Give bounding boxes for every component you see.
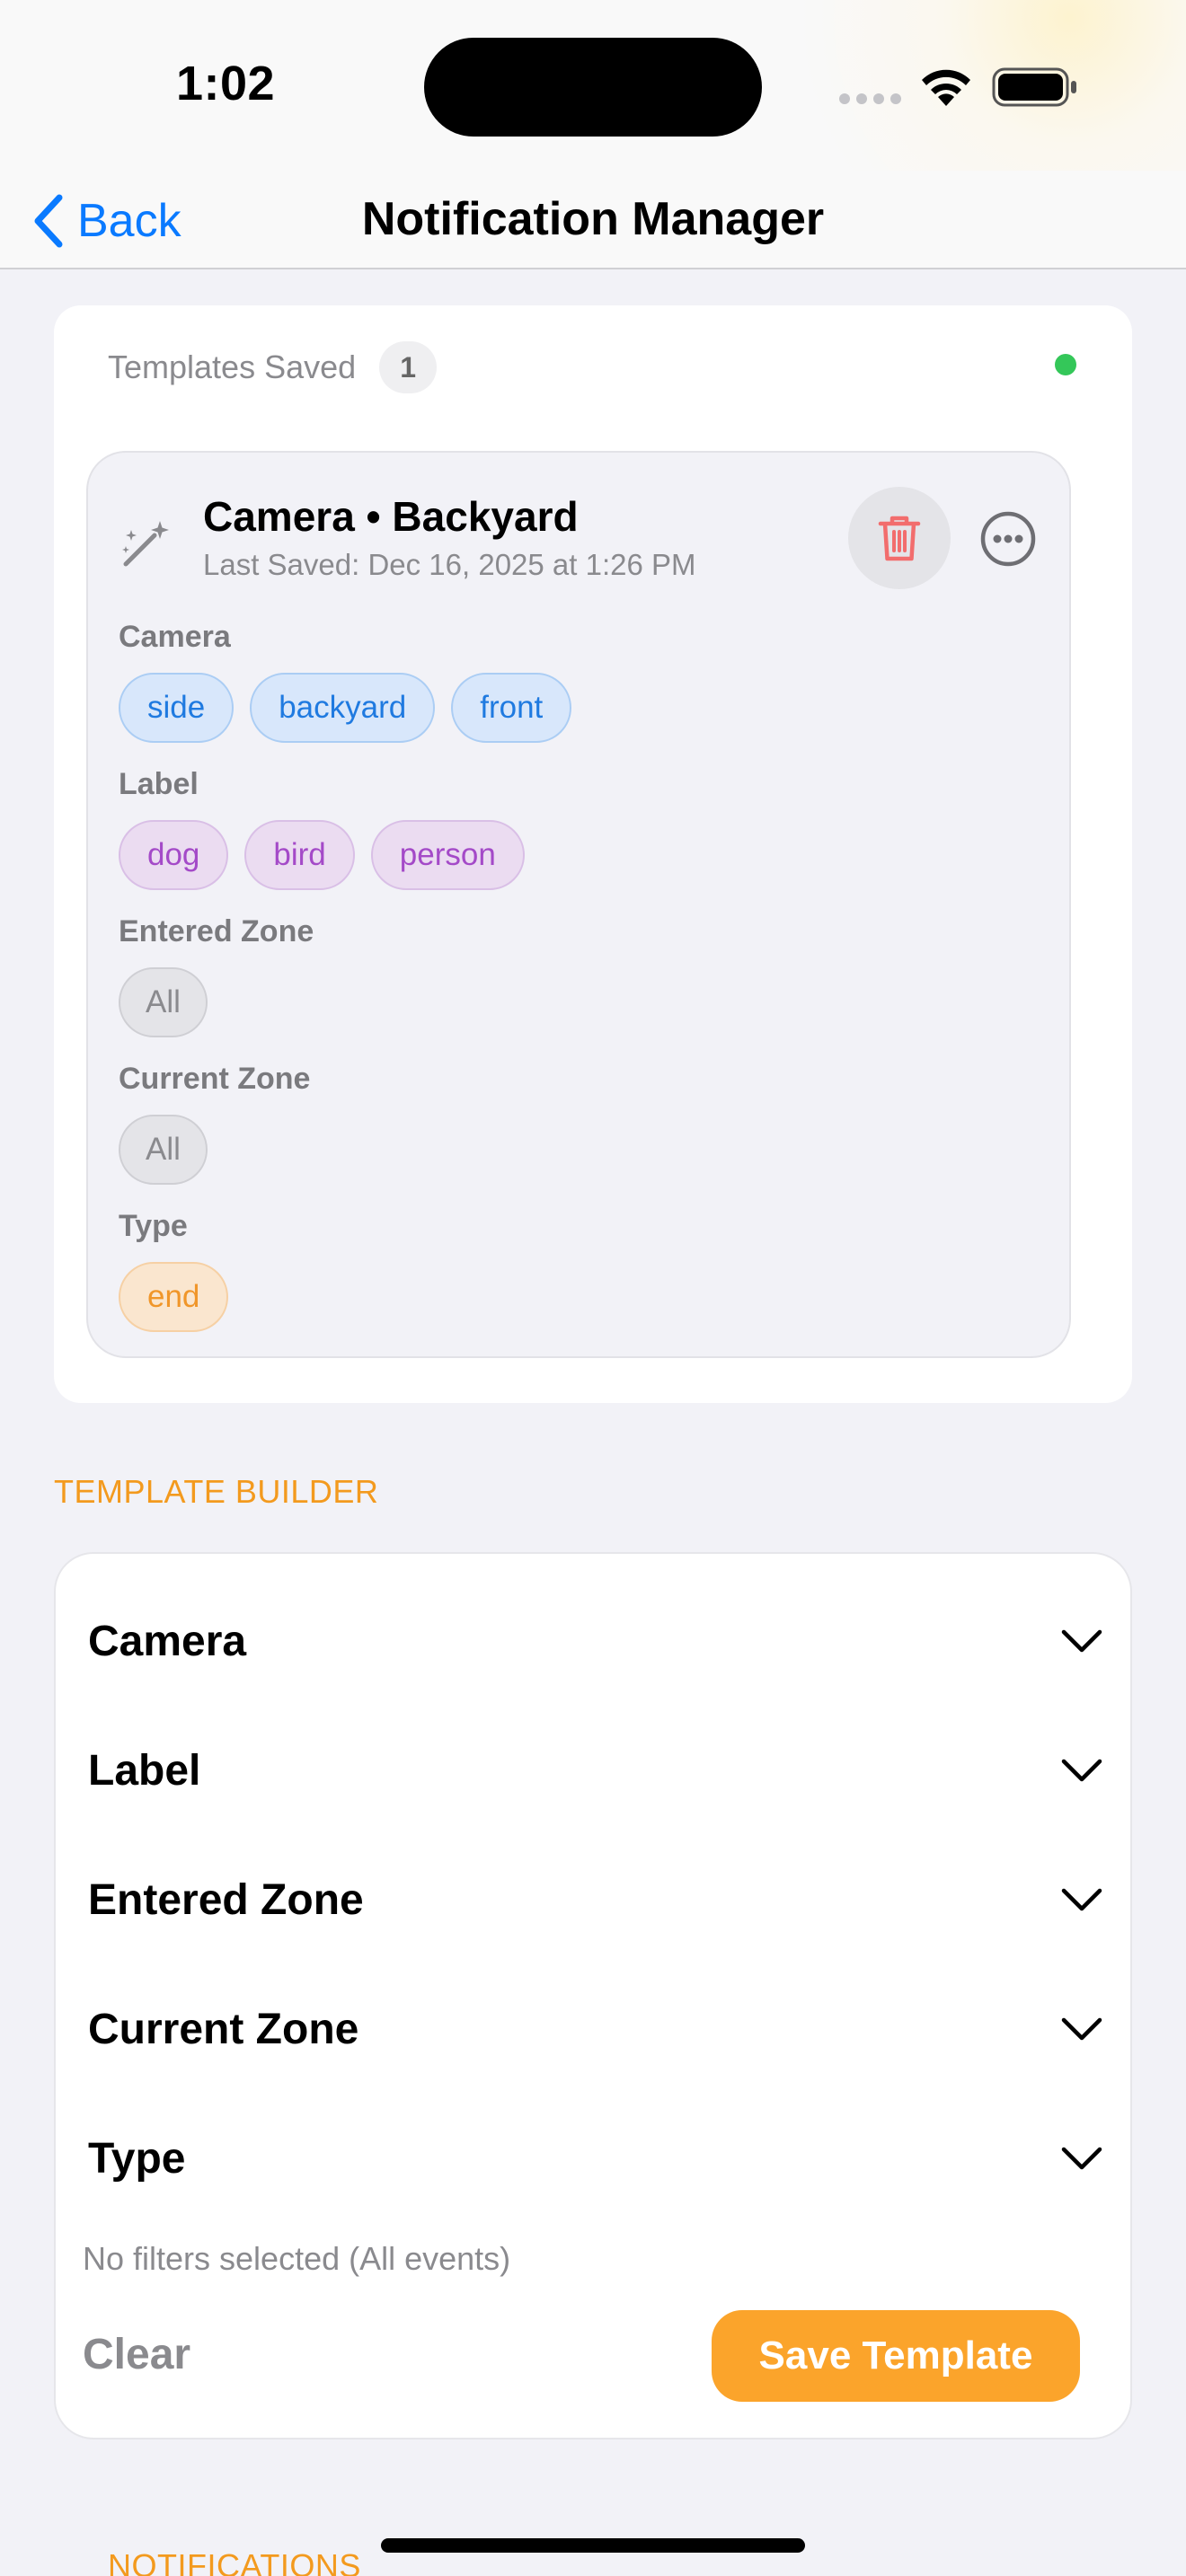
clear-button[interactable]: Clear [83, 2330, 190, 2379]
filter-group-current-zone: Current Zone All [119, 1062, 310, 1185]
chip-camera-front: front [451, 673, 572, 743]
filter-label: Label [119, 767, 199, 801]
chevron-down-icon [1061, 2017, 1102, 2041]
filter-label: Type [119, 1209, 188, 1243]
template-builder-card: Camera Label Entered Zone Current Zone T… [54, 1552, 1132, 2439]
more-options-icon[interactable] [979, 510, 1037, 568]
trash-icon [878, 516, 921, 561]
dynamic-island [424, 38, 762, 137]
builder-row-label: Label [88, 1746, 201, 1795]
chip-current-zone-all: All [119, 1115, 208, 1185]
builder-row-label: Type [88, 2134, 186, 2183]
magic-wand-icon [122, 521, 169, 567]
chip-label-dog: dog [119, 820, 229, 890]
chevron-down-icon [1061, 1888, 1102, 1911]
filter-group-camera: Camera side backyard front [119, 620, 572, 743]
filter-label: Entered Zone [119, 914, 314, 948]
builder-row-label: Entered Zone [88, 1875, 364, 1924]
template-builder-header: TEMPLATE BUILDER [54, 1473, 379, 1510]
chip-camera-side: side [119, 673, 235, 743]
wifi-icon [922, 69, 970, 106]
saved-templates-title: Templates Saved [108, 348, 357, 385]
builder-row-label: Current Zone [88, 2005, 359, 2053]
status-bar: 1:02 [0, 0, 1186, 171]
filter-group-label: Label dog bird person [119, 767, 525, 890]
home-indicator[interactable] [381, 2538, 805, 2553]
builder-row-current-zone[interactable]: Current Zone [88, 1980, 1103, 2078]
delete-template-button[interactable] [848, 487, 951, 589]
template-title: Camera • Backyard [203, 493, 579, 540]
builder-row-label: Camera [88, 1617, 247, 1665]
saved-count-badge: 1 [379, 341, 438, 393]
chevron-down-icon [1061, 1629, 1102, 1653]
filter-label: Current Zone [119, 1062, 311, 1096]
builder-row-type[interactable]: Type [88, 2109, 1103, 2208]
clock: 1:02 [176, 57, 276, 110]
saved-templates-card: Templates Saved 1 Camera • Backyard Last… [54, 305, 1132, 1403]
saved-template-item[interactable]: Camera • Backyard Last Saved: Dec 16, 20… [86, 451, 1071, 1358]
notifications-header: NOTIFICATIONS [108, 2547, 361, 2576]
status-dot [1055, 354, 1076, 375]
chip-type-end: end [119, 1262, 229, 1332]
cellular-signal-icon [839, 93, 901, 104]
navigation-bar: Back Notification Manager [0, 171, 1186, 269]
builder-row-camera[interactable]: Camera [88, 1592, 1103, 1690]
template-last-saved: Last Saved: Dec 16, 2025 at 1:26 PM [203, 548, 696, 581]
filter-group-type: Type end [119, 1209, 229, 1332]
save-template-button[interactable]: Save Template [712, 2310, 1080, 2402]
builder-row-label[interactable]: Label [88, 1721, 1103, 1820]
page-title: Notification Manager [361, 193, 825, 245]
saved-templates-header: Templates Saved 1 [108, 341, 438, 393]
filter-label: Camera [119, 620, 231, 654]
chip-camera-backyard: backyard [250, 673, 436, 743]
chevron-down-icon [1061, 2147, 1102, 2170]
chip-label-person: person [370, 820, 525, 890]
battery-icon [992, 67, 1076, 107]
chip-entered-zone-all: All [119, 967, 208, 1037]
filter-group-entered-zone: Entered Zone All [119, 914, 314, 1037]
builder-row-entered-zone[interactable]: Entered Zone [88, 1850, 1103, 1949]
chevron-down-icon [1061, 1759, 1102, 1782]
filter-summary: No filters selected (All events) [83, 2240, 511, 2277]
chip-label-bird: bird [244, 820, 355, 890]
